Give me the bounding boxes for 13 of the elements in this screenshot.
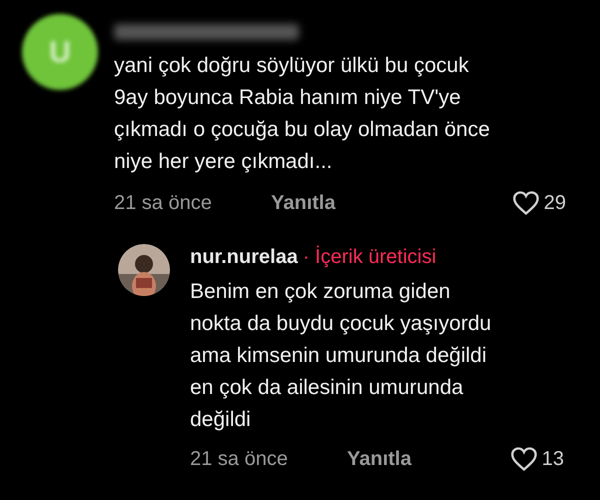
- creator-label: · İçerik üreticisi: [302, 244, 436, 270]
- heart-icon[interactable]: [512, 190, 540, 216]
- reply-link[interactable]: Yanıtla: [271, 188, 336, 218]
- reply-text: Benim en çok zoruma giden nokta da buydu çocuk yaşıyordu ama kimsenin umurunda değildi en çok da ailesinin umurunda değildi: [190, 279, 492, 433]
- like-count: 29: [544, 191, 566, 216]
- heart-icon[interactable]: [510, 446, 538, 472]
- reply-avatar[interactable]: [118, 244, 170, 296]
- reply-link[interactable]: Yanıtla: [347, 444, 412, 474]
- comment-time: 21 sa önce: [114, 191, 213, 216]
- comment-text: yani çok doğru söylüyor ülkü bu çocuk 9ay boyunca Rabia hanım niye TV'ye çıkmadı o çocuğa bu olay olmadan önce niye her yere çıkmadı...: [114, 53, 491, 175]
- comment-time: 21 sa önce: [190, 447, 289, 472]
- username[interactable]: nur.nurelaa: [190, 244, 298, 270]
- like-count: 13: [542, 447, 564, 472]
